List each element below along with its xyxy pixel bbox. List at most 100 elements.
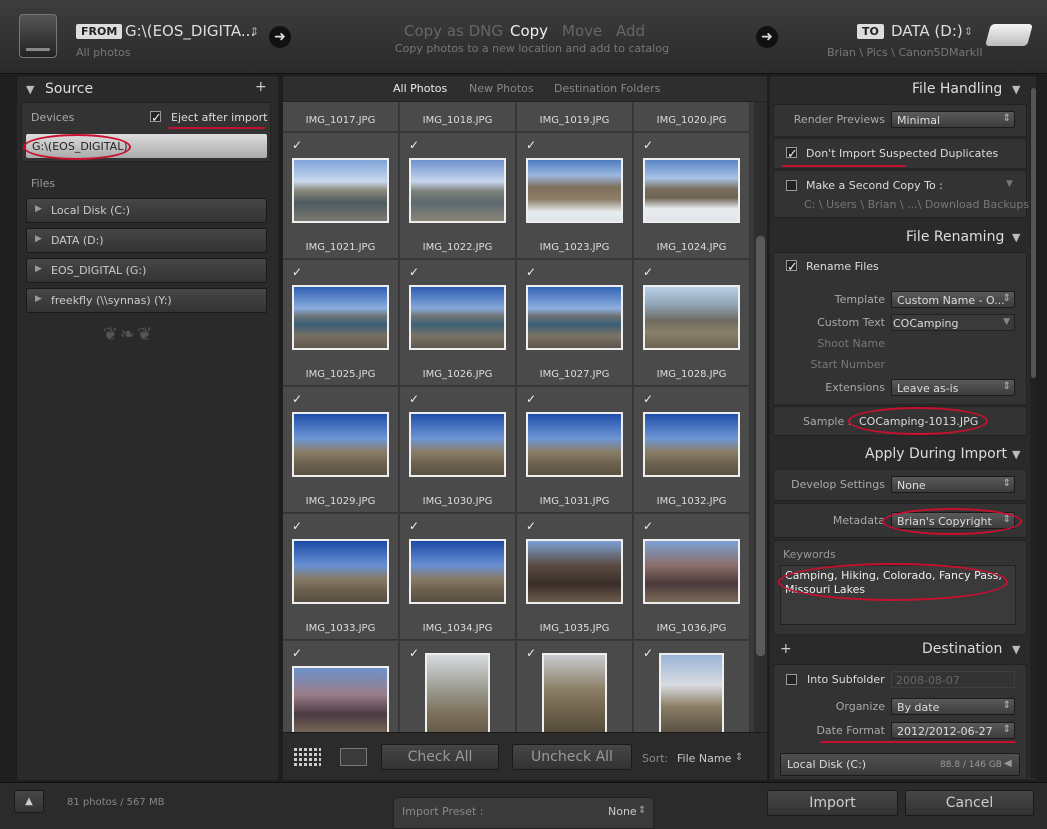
photo-cell[interactable]: ✓ IMG_1021.JPG bbox=[283, 133, 399, 259]
photo-cell[interactable]: IMG_1017.JPG bbox=[283, 102, 399, 132]
checkmark-icon[interactable]: ✓ bbox=[292, 138, 302, 152]
subfolder-checkbox[interactable] bbox=[786, 674, 797, 685]
checkmark-icon[interactable]: ✓ bbox=[526, 392, 536, 406]
checkmark-icon[interactable]: ✓ bbox=[292, 519, 302, 533]
to-path-selector[interactable]: DATA (D:) bbox=[891, 22, 963, 40]
render-previews-select[interactable]: Minimal bbox=[891, 111, 1015, 128]
photo-cell[interactable]: IMG_1019.JPG bbox=[517, 102, 633, 132]
photo-cell[interactable]: ✓ bbox=[517, 641, 633, 732]
checkmark-icon[interactable]: ✓ bbox=[526, 519, 536, 533]
checkmark-icon[interactable]: ✓ bbox=[526, 646, 536, 660]
preset-dropdown-icon[interactable]: ⇕ bbox=[638, 805, 646, 816]
collapse-triangle-icon[interactable]: ▼ bbox=[26, 83, 34, 96]
uncheck-all-button[interactable]: Uncheck All bbox=[512, 744, 632, 770]
checkmark-icon[interactable]: ✓ bbox=[643, 519, 653, 533]
from-path-selector[interactable]: G:\(EOS_DIGITA... bbox=[125, 22, 255, 40]
checkmark-icon[interactable]: ✓ bbox=[292, 646, 302, 660]
collapse-triangle-icon[interactable]: ▼ bbox=[1012, 231, 1020, 244]
photo-cell[interactable]: ✓ bbox=[634, 641, 750, 732]
photo-cell[interactable]: ✓ IMG_1032.JPG bbox=[634, 387, 750, 513]
top-bar: FROM G:\(EOS_DIGITA... ⇕ All photos ➜ Co… bbox=[0, 0, 1047, 74]
checkmark-icon[interactable]: ✓ bbox=[526, 265, 536, 279]
photo-cell[interactable]: ✓ IMG_1031.JPG bbox=[517, 387, 633, 513]
drive-freekfly[interactable]: ▶ freekfly (\\synnas) (Y:) bbox=[26, 288, 267, 313]
preset-selector[interactable]: None bbox=[608, 805, 637, 818]
checkmark-icon[interactable]: ✓ bbox=[409, 265, 419, 279]
mode-move[interactable]: Move bbox=[562, 22, 602, 40]
mode-copy-as-dng[interactable]: Copy as DNG bbox=[404, 22, 503, 40]
photo-cell[interactable]: ✓ bbox=[400, 641, 516, 732]
disk-expand-triangle-icon[interactable]: ◀ bbox=[1004, 758, 1012, 769]
drive-data[interactable]: ▶ DATA (D:) bbox=[26, 228, 267, 253]
template-select[interactable]: Custom Name - O... bbox=[891, 291, 1015, 308]
import-button[interactable]: Import bbox=[767, 790, 898, 816]
collapse-triangle-icon[interactable]: ▼ bbox=[1012, 448, 1020, 461]
checkmark-icon[interactable]: ✓ bbox=[409, 392, 419, 406]
photo-cell[interactable]: ✓ IMG_1028.JPG bbox=[634, 260, 750, 386]
panel-scroll-thumb[interactable] bbox=[1031, 88, 1036, 378]
collapse-triangle-icon[interactable]: ▼ bbox=[1012, 643, 1020, 656]
loupe-view-icon[interactable] bbox=[340, 748, 367, 766]
to-dropdown-icon[interactable]: ⇕ bbox=[964, 25, 973, 38]
checkmark-icon[interactable]: ✓ bbox=[409, 138, 419, 152]
photo-cell[interactable]: ✓ IMG_1034.JPG bbox=[400, 514, 516, 640]
photo-cell[interactable]: ✓ IMG_1036.JPG bbox=[634, 514, 750, 640]
mode-copy[interactable]: Copy bbox=[510, 22, 548, 40]
duplicates-checkbox[interactable]: ✓ bbox=[786, 147, 798, 161]
checkmark-icon[interactable]: ✓ bbox=[643, 646, 653, 660]
sort-selector[interactable]: File Name bbox=[677, 752, 731, 765]
drive-local-disk[interactable]: ▶ Local Disk (C:) bbox=[26, 198, 267, 223]
photo-cell[interactable]: ✓ IMG_1029.JPG bbox=[283, 387, 399, 513]
photo-cell[interactable]: IMG_1018.JPG bbox=[400, 102, 516, 132]
organize-select[interactable]: By date bbox=[891, 698, 1015, 715]
photo-cell[interactable]: ✓ IMG_1030.JPG bbox=[400, 387, 516, 513]
checkmark-icon[interactable]: ✓ bbox=[409, 646, 419, 660]
photo-cell[interactable]: ✓ IMG_1022.JPG bbox=[400, 133, 516, 259]
dropdown-triangle-icon[interactable]: ▼ bbox=[1006, 179, 1013, 189]
metadata-select[interactable]: Brian's Copyright bbox=[891, 512, 1015, 529]
cancel-button[interactable]: Cancel bbox=[905, 790, 1034, 816]
photo-cell[interactable]: ✓ IMG_1035.JPG bbox=[517, 514, 633, 640]
grid-view-icon[interactable] bbox=[294, 748, 321, 766]
subfolder-input[interactable]: 2008-08-07 bbox=[891, 671, 1015, 688]
collapse-triangle-icon[interactable]: ▼ bbox=[1012, 83, 1020, 96]
date-format-select[interactable]: 2012/2012-06-27 bbox=[891, 722, 1015, 739]
extensions-select[interactable]: Leave as-is bbox=[891, 379, 1015, 396]
grid-scroll-thumb[interactable] bbox=[756, 236, 765, 656]
checkmark-icon[interactable]: ✓ bbox=[292, 265, 302, 279]
checkmark-icon[interactable]: ✓ bbox=[526, 138, 536, 152]
develop-select[interactable]: None bbox=[891, 476, 1015, 493]
tab-all-photos[interactable]: All Photos bbox=[393, 82, 447, 95]
photo-cell[interactable]: IMG_1020.JPG bbox=[634, 102, 750, 132]
checkmark-icon[interactable]: ✓ bbox=[643, 265, 653, 279]
checkmark-icon[interactable]: ✓ bbox=[643, 138, 653, 152]
check-all-button[interactable]: Check All bbox=[381, 744, 499, 770]
collapse-up-icon[interactable]: ▲ bbox=[14, 790, 44, 813]
custom-text-input[interactable]: COCamping ▼ bbox=[891, 314, 1015, 331]
keywords-textarea[interactable]: Camping, Hiking, Colorado, Fancy Pass, M… bbox=[780, 565, 1016, 625]
photo-cell[interactable]: ✓ IMG_1033.JPG bbox=[283, 514, 399, 640]
add-plus-icon[interactable]: + bbox=[780, 641, 792, 657]
tab-destination-folders[interactable]: Destination Folders bbox=[554, 82, 660, 95]
sort-dropdown-icon[interactable]: ⇕ bbox=[735, 752, 743, 763]
photo-cell[interactable]: ✓ bbox=[283, 641, 399, 732]
checkmark-icon[interactable]: ✓ bbox=[292, 392, 302, 406]
file-name: IMG_1019.JPG bbox=[539, 115, 610, 126]
photo-cell[interactable]: ✓ IMG_1024.JPG bbox=[634, 133, 750, 259]
photo-cell[interactable]: ✓ IMG_1023.JPG bbox=[517, 133, 633, 259]
mode-add[interactable]: Add bbox=[616, 22, 645, 40]
checkmark-icon[interactable]: ✓ bbox=[409, 519, 419, 533]
duplicates-label: Don't Import Suspected Duplicates bbox=[806, 147, 999, 160]
add-plus-icon[interactable]: + bbox=[255, 79, 267, 95]
photo-cell[interactable]: ✓ IMG_1027.JPG bbox=[517, 260, 633, 386]
photo-cell[interactable]: ✓ IMG_1025.JPG bbox=[283, 260, 399, 386]
drive-eos-digital[interactable]: ▶ EOS_DIGITAL (G:) bbox=[26, 258, 267, 283]
eject-checkbox[interactable]: ✓ bbox=[150, 111, 162, 125]
checkmark-icon[interactable]: ✓ bbox=[643, 392, 653, 406]
tab-new-photos[interactable]: New Photos bbox=[469, 82, 534, 95]
second-copy-checkbox[interactable] bbox=[786, 180, 797, 191]
rename-checkbox[interactable]: ✓ bbox=[786, 260, 798, 274]
dropdown-triangle-icon[interactable]: ▼ bbox=[1003, 317, 1010, 327]
from-dropdown-icon[interactable]: ⇕ bbox=[250, 25, 259, 38]
photo-cell[interactable]: ✓ IMG_1026.JPG bbox=[400, 260, 516, 386]
